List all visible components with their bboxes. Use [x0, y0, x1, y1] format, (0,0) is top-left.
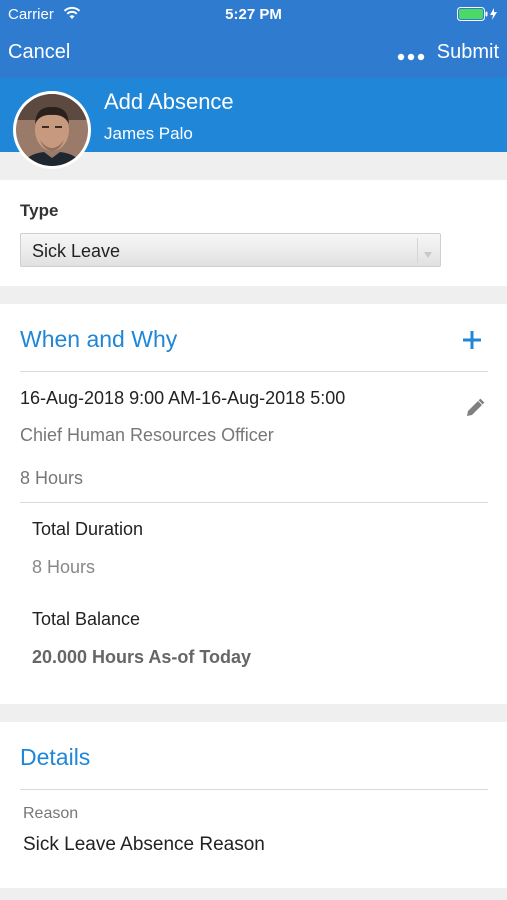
total-duration-label: Total Duration [32, 519, 144, 539]
status-bar: Carrier 5:27 PM [0, 0, 507, 28]
details-title: Details [20, 744, 91, 770]
submit-button[interactable]: Submit [437, 41, 499, 64]
page-header: Add Absence James Palo [0, 78, 507, 169]
page-title: Add Absence [104, 89, 234, 114]
type-select-value: Sick Leave [32, 241, 121, 261]
cancel-button[interactable]: Cancel [8, 41, 70, 64]
more-icon[interactable] [397, 48, 425, 66]
absence-dates: 16-Aug-2018 9:00 AM-16-Aug-2018 5:00 [20, 388, 346, 408]
when-and-why-section: When and Why 16-Aug-2018 9:00 AM-16-Aug-… [0, 304, 507, 704]
absence-role: Chief Human Resources Officer [20, 425, 274, 445]
details-section: Details Reason Sick Leave Absence Reason [0, 722, 507, 888]
type-select[interactable]: Sick Leave [20, 233, 441, 267]
status-time: 5:27 PM [225, 6, 282, 23]
divider [20, 371, 488, 372]
dropdown-icon[interactable] [423, 246, 433, 264]
when-and-why-title: When and Why [20, 326, 178, 352]
divider [20, 502, 488, 503]
type-label: Type [20, 201, 59, 220]
total-duration-value: 8 Hours [32, 557, 96, 577]
absence-hours: 8 Hours [20, 468, 84, 488]
reason-value: Sick Leave Absence Reason [23, 834, 265, 855]
edit-icon[interactable] [465, 398, 485, 423]
person-name: James Palo [104, 124, 193, 143]
select-divider [417, 238, 418, 263]
avatar [13, 91, 91, 169]
reason-label: Reason [23, 805, 79, 822]
battery-icon [457, 7, 499, 26]
divider [20, 789, 488, 790]
type-section: Type Sick Leave [0, 180, 507, 286]
nav-bar: Cancel Submit [0, 28, 507, 78]
total-balance-label: Total Balance [32, 609, 141, 629]
add-icon[interactable] [462, 330, 482, 355]
total-balance-value: 20.000 Hours As-of Today [32, 647, 252, 667]
